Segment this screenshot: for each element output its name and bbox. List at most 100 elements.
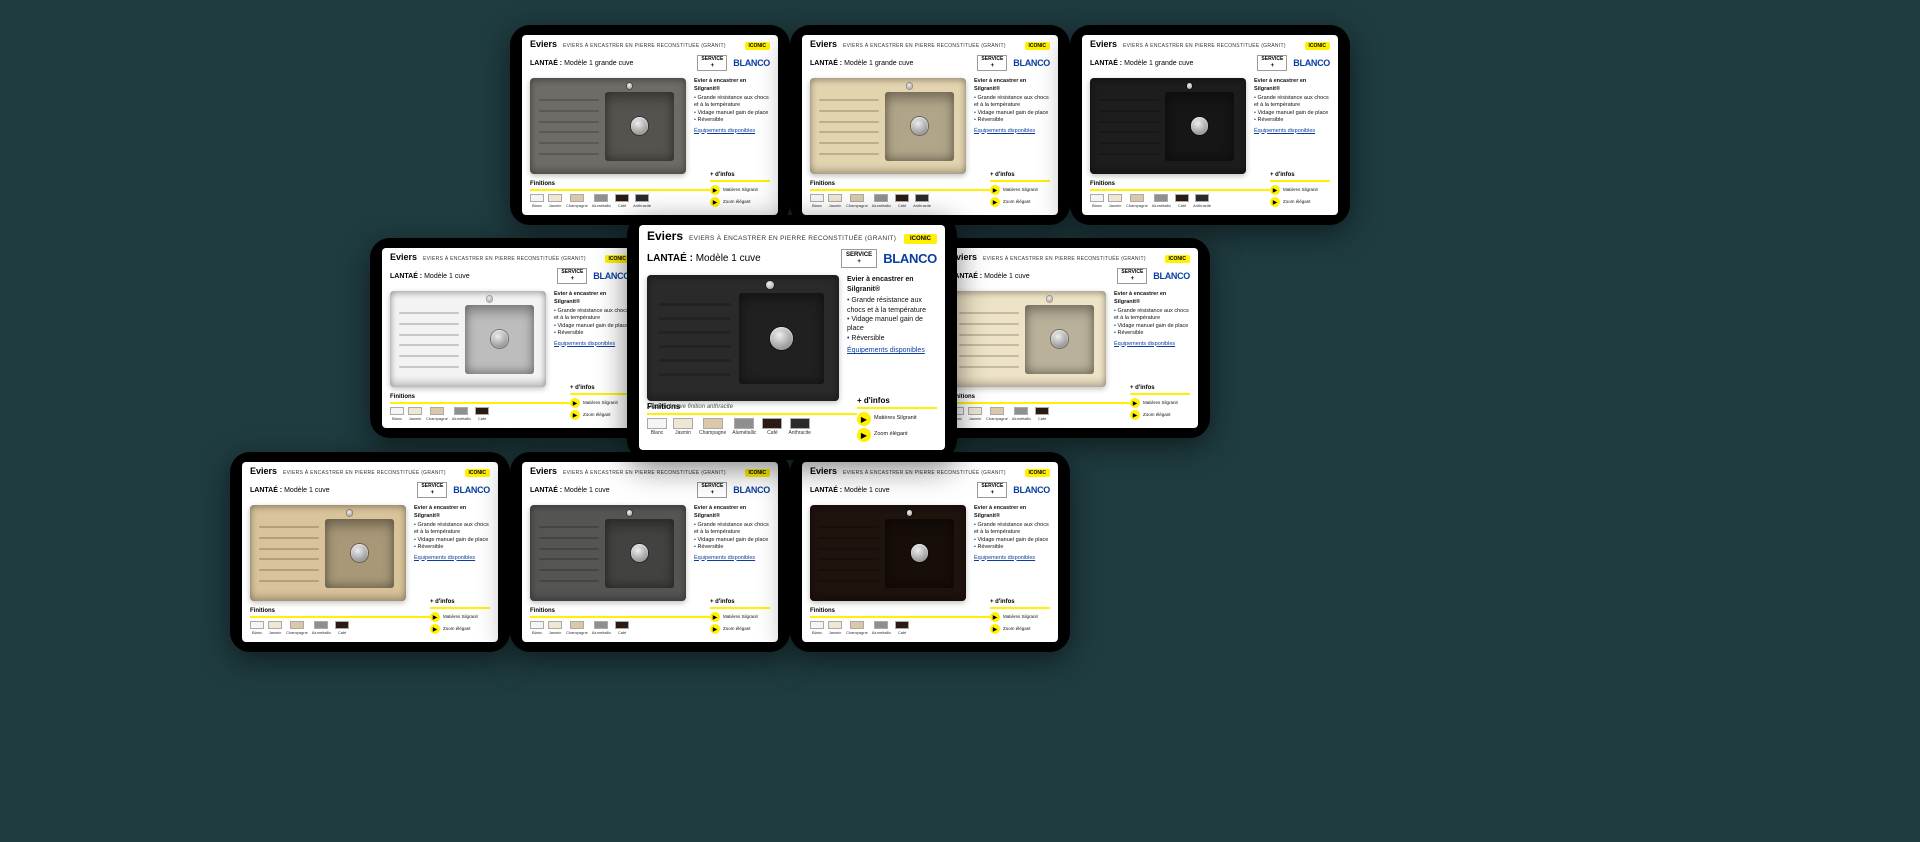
swatch-café[interactable]: Café: [615, 194, 629, 208]
equipment-link[interactable]: Équipements disponibles: [694, 128, 770, 135]
swatch-alumétallic[interactable]: Alumétallic: [1152, 194, 1171, 208]
swatch-café[interactable]: Café: [615, 621, 629, 635]
iconic-badge[interactable]: ICONIC: [465, 469, 491, 477]
swatch-café[interactable]: Café: [475, 407, 489, 421]
sink-image: [250, 505, 406, 601]
equipment-link[interactable]: Équipements disponibles: [847, 346, 937, 355]
swatch-champagne[interactable]: Champagne: [426, 407, 448, 421]
swatch-champagne[interactable]: Champagne: [566, 621, 588, 635]
info-label: Matières Silgranit: [443, 615, 478, 620]
swatch-chip: [1154, 194, 1168, 202]
swatch-alumétallic[interactable]: Alumétallic: [732, 418, 756, 436]
info-label: Zoom élégant: [583, 413, 611, 418]
equipment-link[interactable]: Équipements disponibles: [694, 555, 770, 562]
swatch-anthracite[interactable]: Anthracite: [633, 194, 651, 208]
swatch-jasmin[interactable]: Jasmin: [408, 407, 422, 421]
swatch-café[interactable]: Café: [1175, 194, 1189, 208]
equipment-link[interactable]: Équipements disponibles: [974, 128, 1050, 135]
swatch-alumétallic[interactable]: Alumétallic: [592, 194, 611, 208]
swatch-alumétallic[interactable]: Alumétallic: [1012, 407, 1031, 421]
swatch-blanc[interactable]: Blanc: [250, 621, 264, 635]
info-link[interactable]: ▶Matières Silgranit: [710, 185, 770, 195]
swatch-café[interactable]: Café: [895, 621, 909, 635]
swatch-champagne[interactable]: Champagne: [699, 418, 726, 436]
finitions-title: Finitions: [647, 402, 857, 415]
swatch-blanc[interactable]: Blanc: [530, 621, 544, 635]
iconic-badge[interactable]: ICONIC: [1305, 42, 1331, 50]
swatch-jasmin[interactable]: Jasmin: [268, 621, 282, 635]
swatch-jasmin[interactable]: Jasmin: [828, 621, 842, 635]
swatch-café[interactable]: Café: [762, 418, 782, 436]
info-link[interactable]: ▶Matières Silgranit: [430, 612, 490, 622]
product-title: LANTAÉ : Modèle 1 grande cuve: [1090, 60, 1193, 67]
swatch-label: Anthracite: [633, 203, 651, 208]
iconic-badge[interactable]: ICONIC: [745, 469, 771, 477]
info-link[interactable]: ▶Zoom élégant: [430, 624, 490, 634]
swatch-café[interactable]: Café: [1035, 407, 1049, 421]
swatch-blanc[interactable]: Blanc: [390, 407, 404, 421]
info-link[interactable]: ▶Matières Silgranit: [990, 185, 1050, 195]
info-label: Matières Silgranit: [1143, 401, 1178, 406]
info-link[interactable]: ▶Matières Silgranit: [857, 412, 937, 426]
swatch-alumétallic[interactable]: Alumétallic: [312, 621, 331, 635]
swatch-chip: [570, 194, 584, 202]
swatch-champagne[interactable]: Champagne: [846, 621, 868, 635]
swatch-blanc[interactable]: Blanc: [810, 621, 824, 635]
titlebar: LANTAÉ : Modèle 1 grande cuveSERVICE+BLA…: [522, 52, 778, 74]
iconic-badge[interactable]: ICONIC: [1025, 469, 1051, 477]
info-link[interactable]: ▶Zoom élégant: [1270, 197, 1330, 207]
swatch-jasmin[interactable]: Jasmin: [828, 194, 842, 208]
info-link[interactable]: ▶Zoom élégant: [570, 410, 630, 420]
play-icon: ▶: [990, 624, 1000, 634]
info-link[interactable]: ▶Zoom élégant: [1130, 410, 1190, 420]
swatch-café[interactable]: Café: [895, 194, 909, 208]
swatch-alumétallic[interactable]: Alumétallic: [452, 407, 471, 421]
iconic-badge[interactable]: ICONIC: [745, 42, 771, 50]
info-link[interactable]: ▶Matières Silgranit: [570, 398, 630, 408]
swatch-jasmin[interactable]: Jasmin: [968, 407, 982, 421]
swatch-jasmin[interactable]: Jasmin: [548, 621, 562, 635]
swatch-blanc[interactable]: Blanc: [647, 418, 667, 436]
swatch-anthracite[interactable]: Anthracite: [913, 194, 931, 208]
swatch-café[interactable]: Café: [335, 621, 349, 635]
swatch-jasmin[interactable]: Jasmin: [1108, 194, 1122, 208]
feature-list: Grande résistance aux chocs et à la temp…: [1254, 95, 1330, 125]
iconic-badge[interactable]: ICONIC: [1165, 255, 1191, 263]
swatch-jasmin[interactable]: Jasmin: [673, 418, 693, 436]
swatch-blanc[interactable]: Blanc: [1090, 194, 1104, 208]
swatch-champagne[interactable]: Champagne: [286, 621, 308, 635]
equipment-link[interactable]: Équipements disponibles: [974, 555, 1050, 562]
swatch-label: Blanc: [812, 203, 822, 208]
info-link[interactable]: ▶Zoom élégant: [710, 197, 770, 207]
swatch-alumétallic[interactable]: Alumétallic: [592, 621, 611, 635]
swatch-champagne[interactable]: Champagne: [846, 194, 868, 208]
swatch-blanc[interactable]: Blanc: [810, 194, 824, 208]
swatch-alumétallic[interactable]: Alumétallic: [872, 621, 891, 635]
iconic-badge[interactable]: ICONIC: [904, 234, 937, 244]
info-link[interactable]: ▶Matières Silgranit: [710, 612, 770, 622]
info-link[interactable]: ▶Matières Silgranit: [1130, 398, 1190, 408]
equipment-link[interactable]: Équipements disponibles: [1254, 128, 1330, 135]
info-link[interactable]: ▶Matières Silgranit: [1270, 185, 1330, 195]
swatch-champagne[interactable]: Champagne: [986, 407, 1008, 421]
swatch-blanc[interactable]: Blanc: [530, 194, 544, 208]
swatch-anthracite[interactable]: Anthracite: [1193, 194, 1211, 208]
info-link[interactable]: ▶Matières Silgranit: [990, 612, 1050, 622]
info-link[interactable]: ▶Zoom élégant: [990, 624, 1050, 634]
swatch-anthracite[interactable]: Anthracite: [788, 418, 811, 436]
swatch-jasmin[interactable]: Jasmin: [548, 194, 562, 208]
equipment-link[interactable]: Équipements disponibles: [1114, 341, 1190, 348]
swatch-champagne[interactable]: Champagne: [566, 194, 588, 208]
equipment-link[interactable]: Équipements disponibles: [554, 341, 630, 348]
product-details: Evier à encastrer en Silgranit®Grande ré…: [694, 78, 770, 174]
swatch-alumétallic[interactable]: Alumétallic: [872, 194, 891, 208]
equipment-link[interactable]: Équipements disponibles: [414, 555, 490, 562]
info-link[interactable]: ▶Zoom élégant: [710, 624, 770, 634]
swatch-chip: [1175, 194, 1189, 202]
iconic-badge[interactable]: ICONIC: [1025, 42, 1051, 50]
swatch-label: Alumétallic: [872, 630, 891, 635]
info-link[interactable]: ▶Zoom élégant: [857, 428, 937, 442]
swatch-champagne[interactable]: Champagne: [1126, 194, 1148, 208]
swatch-chip: [454, 407, 468, 415]
info-link[interactable]: ▶Zoom élégant: [990, 197, 1050, 207]
